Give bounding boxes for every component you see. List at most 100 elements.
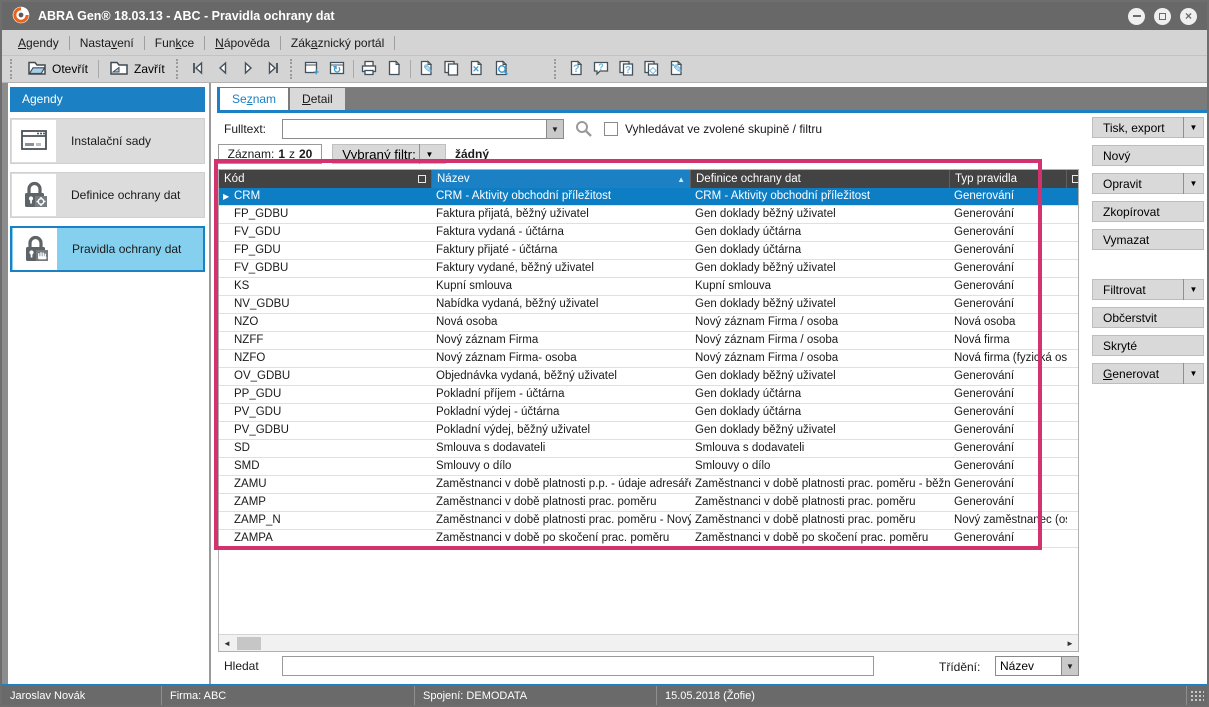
table-row[interactable]: ▶OV_GDBUObjednávka vydaná, běžný uživate… xyxy=(219,368,1078,386)
table-row[interactable]: ▶PV_GDUPokladní výdej - účtárnaGen dokla… xyxy=(219,404,1078,422)
context-help-button[interactable]: ? xyxy=(589,58,614,81)
table-row[interactable]: ▶NZFFNový záznam FirmaNový záznam Firma … xyxy=(219,332,1078,350)
table-row[interactable]: ▶ZAMPAZaměstnanci v době po skočení prac… xyxy=(219,530,1078,548)
scrollbar-thumb[interactable] xyxy=(237,637,261,650)
toolbar-grip[interactable] xyxy=(10,59,14,79)
scroll-right-button[interactable]: ► xyxy=(1062,635,1078,651)
generovat-dropdown[interactable]: ▼ xyxy=(1184,369,1203,378)
sidebar-item-definice-ochrany-dat[interactable]: Definice ochrany dat xyxy=(10,172,205,218)
tab-seznam[interactable]: Seznam xyxy=(220,88,288,110)
fulltext-dropdown-button[interactable]: ▼ xyxy=(546,120,563,138)
print-button[interactable] xyxy=(357,58,382,81)
resize-grip-icon[interactable] xyxy=(1190,690,1204,702)
table-row[interactable]: ▶PV_GDBUPokladní výdej, běžný uživatelGe… xyxy=(219,422,1078,440)
table-row[interactable]: ▶KSKupní smlouvaKupní smlouvaGenerování xyxy=(219,278,1078,296)
tisk-export-dropdown[interactable]: ▼ xyxy=(1184,123,1203,132)
sort-dropdown-button[interactable]: ▼ xyxy=(1061,657,1078,675)
column-header-definice-ochrany-dat[interactable]: Definice ochrany dat xyxy=(691,170,950,188)
novy-button[interactable]: Nový xyxy=(1092,145,1204,166)
toolbar-grip[interactable] xyxy=(290,59,294,79)
filtrovat-dropdown[interactable]: ▼ xyxy=(1184,285,1203,294)
open-agenda-button[interactable]: + xyxy=(300,58,325,81)
next-record-button[interactable] xyxy=(236,58,261,81)
column-config-icon[interactable] xyxy=(1072,175,1079,183)
title-bar: ABRA Gen® 18.03.13 - ABC - Pravidla ochr… xyxy=(2,2,1207,30)
generovat-button[interactable]: Generovat▼ xyxy=(1092,363,1204,384)
help-button[interactable]: ? xyxy=(564,58,589,81)
menu-bar: AgendyNastaveníFunkceNápovědaZákaznický … xyxy=(2,30,1207,55)
column-config-icon[interactable] xyxy=(418,175,426,183)
maximize-button[interactable] xyxy=(1154,8,1171,25)
skryte-button[interactable]: Skryté xyxy=(1092,335,1204,356)
cell-name: Nová osoba xyxy=(432,314,691,331)
copy-record-button[interactable] xyxy=(439,58,464,81)
column-header-n-zev[interactable]: Název▲ xyxy=(432,170,691,188)
open-button[interactable]: Otevřít xyxy=(20,57,95,82)
menu-item-zakaznicky-portal[interactable]: Zákaznický portál xyxy=(281,32,394,54)
toolbar-grip[interactable] xyxy=(176,59,180,79)
help-topics-button[interactable]: ? xyxy=(614,58,639,81)
sort-combobox[interactable]: ▼ xyxy=(995,656,1079,676)
selected-filter-button[interactable]: Vybraný filtr: ▼ xyxy=(332,144,446,164)
cell-definition: Gen doklady běžný uživatel xyxy=(691,296,950,313)
cell-type: Generování xyxy=(950,242,1067,259)
close-button[interactable]: × xyxy=(1180,8,1197,25)
column-header-k-d[interactable]: Kód xyxy=(219,170,432,188)
column-header-box[interactable] xyxy=(1067,170,1079,188)
table-row[interactable]: ▶ZAMUZaměstnanci v době platnosti p.p. -… xyxy=(219,476,1078,494)
opravit-button[interactable]: Opravit▼ xyxy=(1092,173,1204,194)
sidebar-item-pravidla-ochrany-dat[interactable]: Pravidla ochrany dat xyxy=(10,226,205,272)
refresh-window-button[interactable]: ↻ xyxy=(325,58,350,81)
minimize-button[interactable] xyxy=(1128,8,1145,25)
table-row[interactable]: ▶NZONová osobaNový záznam Firma / osobaN… xyxy=(219,314,1078,332)
table-row[interactable]: ▶SDSmlouva s dodavateliSmlouva s dodavat… xyxy=(219,440,1078,458)
table-row[interactable]: ▶PP_GDUPokladní příjem - účtárnaGen dokl… xyxy=(219,386,1078,404)
help-topics-icon: ? xyxy=(617,59,635,80)
tab-detail[interactable]: Detail xyxy=(290,88,345,110)
table-row[interactable]: ▶NV_GDBUNabídka vydaná, běžný uživatelGe… xyxy=(219,296,1078,314)
table-row[interactable]: ▶SMDSmlouvy o díloSmlouvy o díloGenerová… xyxy=(219,458,1078,476)
menu-item-funkce[interactable]: Funkce xyxy=(145,32,204,54)
menu-item-agendy[interactable]: Agendy xyxy=(8,32,69,54)
search-icon[interactable] xyxy=(574,119,594,142)
last-record-button[interactable] xyxy=(261,58,286,81)
menu-item-nastaveni[interactable]: Nastavení xyxy=(70,32,144,54)
opravit-dropdown[interactable]: ▼ xyxy=(1184,179,1203,188)
record-total: 20 xyxy=(299,147,312,161)
fulltext-input[interactable] xyxy=(283,120,546,138)
sort-label: Třídění: xyxy=(939,660,980,674)
table-row[interactable]: ▶NZFONový záznam Firma- osobaNový záznam… xyxy=(219,350,1078,368)
cell-type: Generování xyxy=(950,404,1067,421)
obcerstvit-button[interactable]: Občerstvit xyxy=(1092,307,1204,328)
selected-filter-dropdown[interactable]: ▼ xyxy=(420,150,439,159)
previous-record-button[interactable] xyxy=(211,58,236,81)
tisk-export-button[interactable]: Tisk, export▼ xyxy=(1092,117,1204,138)
help-reference-button[interactable]: ◇ xyxy=(639,58,664,81)
filtrovat-button[interactable]: Filtrovat▼ xyxy=(1092,279,1204,300)
delete-record-button[interactable]: × xyxy=(464,58,489,81)
first-record-button[interactable] xyxy=(186,58,211,81)
table-row[interactable]: ▶ZAMP_NZaměstnanci v době platnosti prac… xyxy=(219,512,1078,530)
edit-record-button[interactable]: ✎ xyxy=(414,58,439,81)
vymazat-button[interactable]: Vymazat xyxy=(1092,229,1204,250)
new-document-button[interactable] xyxy=(382,58,407,81)
column-header-typ-pravidla[interactable]: Typ pravidla xyxy=(950,170,1067,188)
close-agenda-button[interactable]: Zavřít xyxy=(102,57,172,82)
table-row[interactable]: ▶FV_GDBUFaktury vydané, běžný uživatelGe… xyxy=(219,260,1078,278)
send-feedback-button[interactable]: ✎ xyxy=(664,58,689,81)
menu-item-napoveda[interactable]: Nápověda xyxy=(205,32,280,54)
group-filter-checkbox[interactable] xyxy=(604,122,618,136)
table-row[interactable]: ▶ZAMPZaměstnanci v době platnosti prac. … xyxy=(219,494,1078,512)
sidebar-item-instala-n-sady[interactable]: Instalační sady xyxy=(10,118,205,164)
table-row[interactable]: ▶FP_GDBUFaktura přijatá, běžný uživatelG… xyxy=(219,206,1078,224)
search-record-button[interactable] xyxy=(489,58,514,81)
table-row[interactable]: ▶FP_GDUFaktury přijaté - účtárnaGen dokl… xyxy=(219,242,1078,260)
quick-search-input[interactable] xyxy=(283,657,873,675)
horizontal-scrollbar[interactable]: ◄ ► xyxy=(219,634,1078,651)
cell-definition: Nový záznam Firma / osoba xyxy=(691,314,950,331)
table-row[interactable]: ▶FV_GDUFaktura vydaná - účtárnaGen dokla… xyxy=(219,224,1078,242)
scroll-left-button[interactable]: ◄ xyxy=(219,635,235,651)
zkopirovat-button[interactable]: Zkopírovat xyxy=(1092,201,1204,222)
toolbar-grip[interactable] xyxy=(554,59,558,79)
table-row[interactable]: ▶CRMCRM - Aktivity obchodní příležitostC… xyxy=(219,188,1078,206)
